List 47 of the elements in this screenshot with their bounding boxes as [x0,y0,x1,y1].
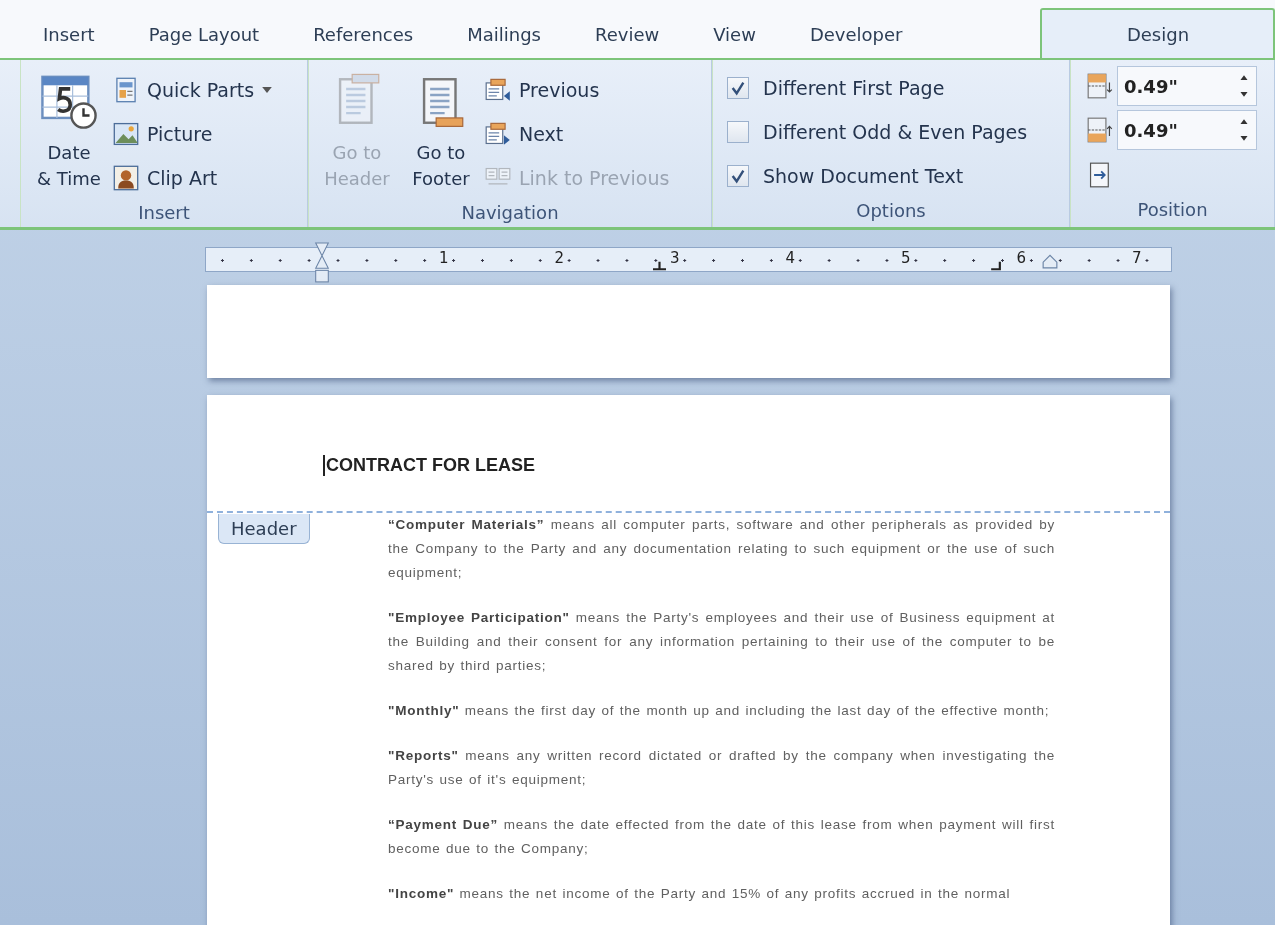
ribbon-button[interactable]: Picture [111,112,275,156]
paragraph: “Computer Materials” means all computer parts, software and other peripherals as provided by the Company to the Party and any documentation relating to such equipment or the use of such equipment; [388,516,1055,582]
ribbon-tab[interactable]: Page Layout [125,10,282,58]
ribbon-tab[interactable]: Review [571,10,682,58]
header-position-icon [1087,73,1113,99]
ribbon-tab[interactable]: View [690,10,778,58]
ribbon-tab[interactable]: Design [1040,8,1275,58]
checkbox-option[interactable]: Different First Page [727,66,1069,110]
header-title: CONTRACT FOR LEASE [323,455,535,476]
previous-section-icon [485,77,511,103]
ribbon-tab[interactable]: Insert [20,10,117,58]
center-tab-icon [653,261,666,271]
spin-arrows-icon[interactable] [1238,73,1250,99]
navigation-button[interactable]: Previous [483,68,672,112]
checkbox-option[interactable]: Show Document Text [727,154,1069,198]
navigation-button[interactable]: Next [483,112,672,156]
spin-arrows-icon[interactable] [1238,117,1250,143]
spinner-field[interactable]: 0.49" [1117,66,1257,106]
checkbox[interactable] [727,77,749,99]
ribbon-tab[interactable]: Mailings [444,10,563,58]
group-label: Navigation [460,201,560,225]
date-time-button[interactable]: Date & Time [27,68,111,200]
next-section-icon [485,121,511,147]
paragraph: “Payment Due” means the date effected from the date of this lease from when payment will first become due to the Company; [388,816,1055,858]
clip-art-icon [113,165,139,191]
picture-icon [113,121,139,147]
checkbox[interactable] [727,121,749,143]
checkbox-option[interactable]: Different Odd & Even Pages [727,110,1069,154]
ribbon-tab[interactable]: Developer [786,10,925,58]
right-tab-icon [989,261,1002,271]
indent-marker-icon[interactable] [314,242,330,284]
paragraph: "Monthly" means the first day of the month up and including the last day of the effective month; [388,702,1051,720]
checkbox[interactable] [727,165,749,187]
group-label: Position [1136,198,1209,222]
document-parts-icon [113,77,139,103]
ribbon-button[interactable]: Quick Parts [111,68,275,112]
ribbon-button[interactable]: Clip Art [111,156,275,200]
footer-position-icon [1087,117,1113,143]
paragraph: "Reports" means any written record dictated or drafted by the company when investigating the Party's use of it's equipment; [388,747,1055,789]
group-label: Options [855,199,927,223]
ribbon-tab[interactable]: References [290,10,436,58]
right-indent-icon[interactable] [1042,253,1058,269]
paragraph: "Employee Participation" means the Party's employees and their use of Business equipment at the Building and their consent for any information pertaining to their use of the computer to be shared by third parties; [388,609,1055,675]
group-label: Insert [137,201,191,225]
paragraph: "Income" means the net income of the Party and 15% of any profits accrued in the normal [388,885,1012,903]
spinner-field[interactable]: 0.49" [1117,110,1257,150]
navigation-button[interactable]: Go to Footer [399,68,483,200]
